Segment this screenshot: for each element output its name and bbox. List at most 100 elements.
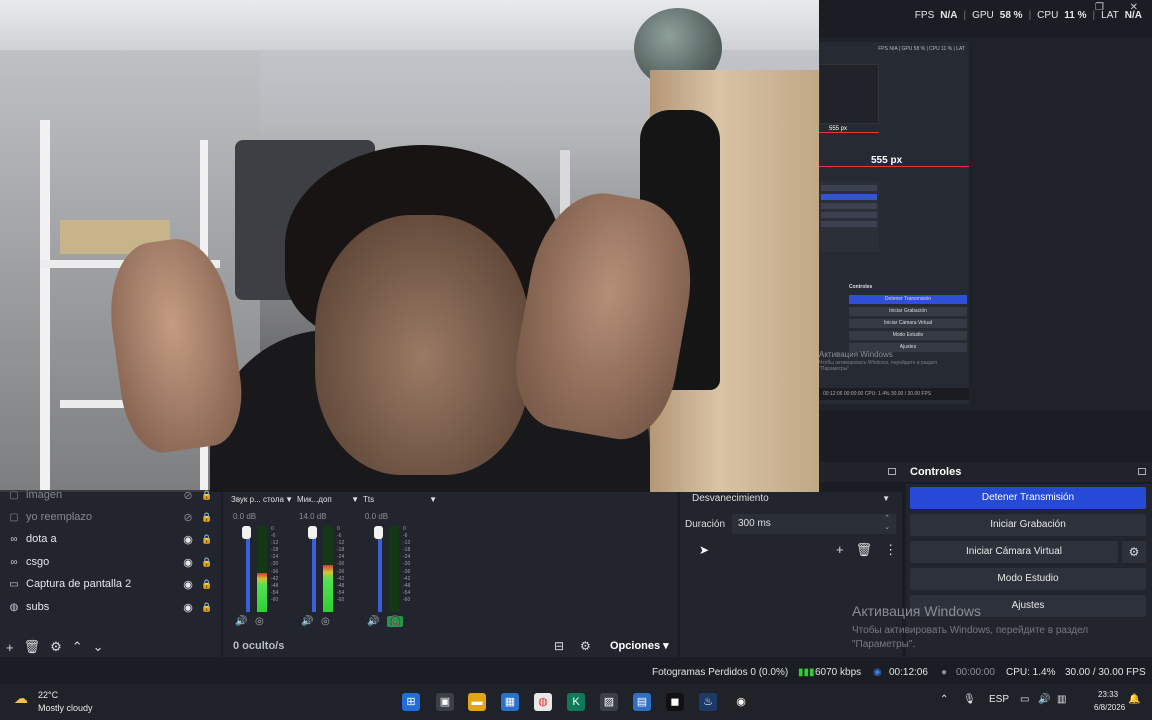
speaker-icon[interactable]: 🔊 (235, 616, 247, 627)
channel-name: Мик...доп (297, 495, 332, 504)
gear-icon[interactable]: ⚙ (1122, 541, 1146, 563)
scale-tick: -36 (403, 568, 411, 575)
source-row[interactable]: ∞ dota a ◉ 🔒 (0, 528, 221, 550)
options-button[interactable]: Opciones ▾ (610, 639, 669, 652)
trash-icon[interactable]: 🗑 (24, 639, 41, 655)
source-row[interactable]: ▢ imagen ⊘ 🔒 (0, 484, 221, 506)
activation-watermark-title: Активация Windows (852, 603, 982, 619)
transition-select[interactable]: Desvanecimiento ▼ (686, 492, 896, 508)
start-icon[interactable]: ⊞ (402, 693, 420, 711)
mini-activation-title: Активация Windows (819, 350, 893, 359)
spin-icon[interactable]: ⌃ ⌄ (884, 514, 890, 532)
add-icon[interactable]: + (836, 542, 844, 558)
notifications-icon[interactable]: 🔔 (1128, 694, 1140, 705)
steam-icon[interactable]: ♨ (699, 693, 717, 711)
more-icon[interactable]: ⋮ (884, 542, 897, 558)
gear-icon[interactable]: ⚙ (580, 639, 591, 653)
start-recording-button[interactable]: Iniciar Grabación (910, 514, 1146, 536)
source-label: yo reemplazo (26, 511, 93, 523)
network-icon[interactable]: ▭ (1020, 694, 1029, 705)
channel-menu-icon[interactable]: ▼ (351, 495, 359, 504)
lock-icon[interactable]: 🔒 (201, 490, 212, 501)
lock-icon[interactable]: 🔒 (201, 602, 212, 613)
virtual-camera-button[interactable]: Iniciar Cámara Virtual (910, 541, 1118, 563)
mini-list-row (821, 185, 877, 191)
channel-menu-icon[interactable]: ▼ (429, 495, 437, 504)
mini-list-row (821, 212, 877, 218)
source-row[interactable]: ▢ yo reemplazo ⊘ 🔒 (0, 506, 221, 528)
scale-tick: 0 (337, 526, 340, 532)
speaker-icon[interactable]: 🔊 (367, 616, 379, 627)
chevron-up-icon[interactable]: ⌃ (72, 639, 83, 655)
restore-icon[interactable]: ❐ (1095, 2, 1104, 13)
folder-icon[interactable]: ▬ (468, 693, 486, 711)
chevron-down-icon[interactable]: ⌄ (93, 639, 104, 655)
hidden-eye-icon[interactable]: ⊘ (181, 489, 195, 502)
stream-time: 00:12:06 (889, 667, 928, 678)
channel-menu-icon[interactable]: ▼ (285, 495, 293, 504)
mini-list (819, 182, 879, 252)
weather-icon[interactable]: ☁ (14, 690, 28, 707)
source-label: csgo (26, 556, 50, 568)
duration-field[interactable]: 300 ms ⌃ ⌄ (732, 514, 896, 534)
source-row[interactable]: ◍ subs ◉ 🔒 (0, 596, 221, 618)
mini-activation-sub: Чтобы активировать Windows, перейдите в … (819, 360, 938, 372)
mini-preview (819, 64, 879, 124)
guide-line (819, 166, 969, 167)
clock-date[interactable]: 6/8/2026 (1094, 703, 1125, 712)
popout-icon[interactable] (1138, 468, 1146, 475)
hidden-eye-icon[interactable]: ⊘ (181, 511, 195, 524)
image-editor-icon[interactable]: ▨ (600, 693, 618, 711)
eye-icon[interactable]: ◉ (181, 556, 195, 569)
microphone-icon[interactable]: 🎙 (963, 694, 976, 705)
chrome-icon[interactable]: ◍ (534, 693, 552, 711)
lock-icon[interactable]: 🔒 (201, 557, 212, 568)
duration-value: 300 ms (738, 518, 771, 529)
link-icon: ∞ (10, 533, 18, 545)
clock-time[interactable]: 23:33 (1098, 690, 1118, 699)
gear-icon[interactable]: ⚙ (50, 639, 62, 655)
scale-tick: -60 (403, 596, 411, 603)
lock-icon[interactable]: 🔒 (201, 534, 212, 545)
lock-icon[interactable]: 🔒 (201, 512, 212, 523)
task-view-icon[interactable]: ▣ (436, 693, 454, 711)
source-row[interactable]: ∞ csgo ◉ 🔒 (0, 551, 221, 573)
close-icon[interactable]: ✕ (1130, 2, 1138, 13)
chevron-up-icon[interactable]: ⌃ (940, 694, 948, 705)
calculator-icon[interactable]: ▤ (633, 693, 651, 711)
monitor-icon[interactable]: ◎ (321, 616, 330, 627)
obs-icon[interactable]: ◉ (732, 693, 750, 711)
fader-knob[interactable] (308, 526, 317, 539)
language-indicator[interactable]: ESP (989, 694, 1009, 705)
kaspersky-icon[interactable]: K (567, 693, 585, 711)
monitor-icon[interactable]: ◎ (255, 616, 264, 627)
speaker-icon[interactable]: 🔊 (301, 616, 313, 627)
layout-icon[interactable]: ⊟ (554, 639, 564, 653)
scale-tick: -6 (337, 533, 342, 540)
fader-knob[interactable] (374, 526, 383, 539)
add-icon[interactable]: + (6, 640, 14, 655)
studio-mode-button[interactable]: Modo Estudio (910, 568, 1146, 590)
store-icon[interactable]: ▦ (501, 693, 519, 711)
person-face (315, 215, 530, 475)
media-icon[interactable]: ◼ (666, 693, 684, 711)
obs-window: FPS N/A | GPU 58 % | CPU 11 % | LAT N/A … (0, 0, 1152, 720)
battery-icon[interactable]: ▥ (1057, 694, 1066, 705)
eye-icon[interactable]: ◉ (181, 601, 195, 614)
level-meter (389, 526, 399, 612)
source-row[interactable]: ▭ Captura de pantalla 2 ◉ 🔒 (0, 573, 221, 595)
stop-stream-button[interactable]: Detener Transmisión (910, 487, 1146, 509)
webcam-feed[interactable] (0, 0, 819, 492)
headphones-icon[interactable]: 🎧 (387, 616, 404, 627)
trash-icon[interactable]: 🗑 (856, 542, 873, 558)
dock-header-bar (819, 462, 1152, 482)
scale-tick: -42 (403, 575, 411, 582)
fader-knob[interactable] (242, 526, 251, 539)
nested-preview: FPS N/A | GPU 58 % | CPU 11 % | LAT 555 … (819, 38, 1152, 410)
gpu-label: GPU (972, 9, 994, 21)
popout-icon[interactable] (888, 468, 896, 475)
eye-icon[interactable]: ◉ (181, 578, 195, 591)
eye-icon[interactable]: ◉ (181, 533, 195, 546)
lock-icon[interactable]: 🔒 (201, 579, 212, 590)
volume-icon[interactable]: 🔊 (1038, 694, 1050, 705)
